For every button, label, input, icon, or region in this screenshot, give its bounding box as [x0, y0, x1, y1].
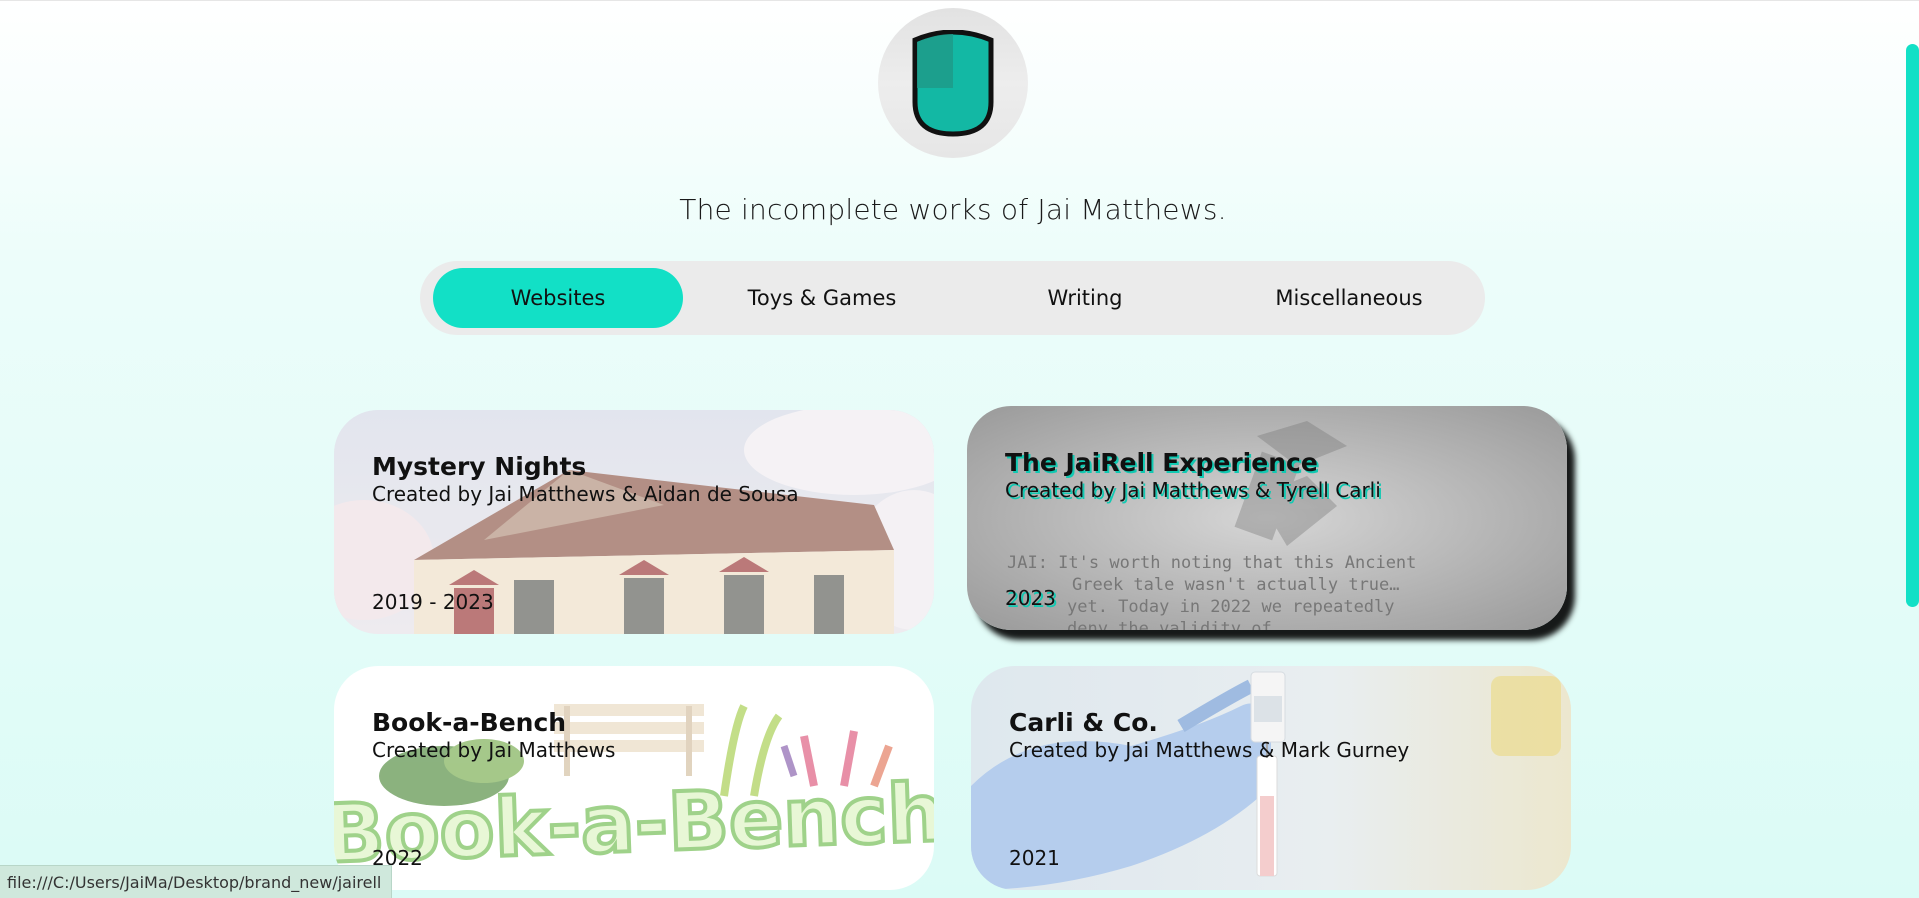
card-year: 2021	[1009, 846, 1060, 870]
card-subtitle: Created by Jai Matthews & Tyrell Carli	[1005, 478, 1381, 502]
card-subtitle: Created by Jai Matthews	[372, 738, 616, 762]
script-line: Greek tale wasn't actually true…	[1072, 575, 1400, 595]
script-line: JAI: It's worth noting that this Ancient	[1007, 553, 1416, 573]
tab-writing[interactable]: Writing	[960, 268, 1210, 328]
status-bar-url: file:///C:/Users/JaiMa/Desktop/brand_new…	[0, 865, 393, 898]
card-title: The JaiRell Experience	[1005, 448, 1318, 477]
vaccine-photo	[971, 666, 1571, 890]
card-subtitle: Created by Jai Matthews & Mark Gurney	[1009, 738, 1410, 762]
project-card-carli-co[interactable]: Carli & Co. Created by Jai Matthews & Ma…	[971, 666, 1571, 890]
tab-miscellaneous[interactable]: Miscellaneous	[1224, 268, 1474, 328]
page-scrollbar[interactable]	[1906, 44, 1919, 607]
card-title: Mystery Nights	[372, 452, 587, 481]
shield-icon	[912, 30, 994, 137]
bench-logo-image: Book-a-Bench	[334, 704, 934, 883]
bench-logo-text: Book-a-Bench	[334, 766, 934, 881]
card-year: 2019 - 2023	[372, 590, 494, 614]
tab-toys-games[interactable]: Toys & Games	[697, 268, 947, 328]
script-line: deny the validity of	[1067, 619, 1272, 630]
script-line: yet. Today in 2022 we repeatedly	[1067, 597, 1395, 617]
script-page-image: JAI: It's worth noting that this Ancient…	[967, 406, 1567, 630]
site-logo[interactable]	[878, 8, 1028, 158]
card-year: 2023	[1005, 586, 1056, 610]
card-subtitle: Created by Jai Matthews & Aidan de Sousa	[372, 482, 799, 506]
project-card-mystery-nights[interactable]: Mystery Nights Created by Jai Matthews &…	[334, 410, 934, 634]
project-card-book-a-bench[interactable]: Book-a-Bench Book-a-Bench Created by Jai…	[334, 666, 934, 890]
card-title: Book-a-Bench	[372, 708, 567, 737]
category-tabs: Websites Toys & Games Writing Miscellane…	[420, 261, 1485, 335]
top-border	[0, 0, 1919, 1]
card-title: Carli & Co.	[1009, 708, 1158, 737]
project-card-jairell-experience[interactable]: JAI: It's worth noting that this Ancient…	[967, 406, 1567, 630]
tab-websites[interactable]: Websites	[433, 268, 683, 328]
page-tagline: The incomplete works of Jai Matthews.	[679, 193, 1227, 226]
